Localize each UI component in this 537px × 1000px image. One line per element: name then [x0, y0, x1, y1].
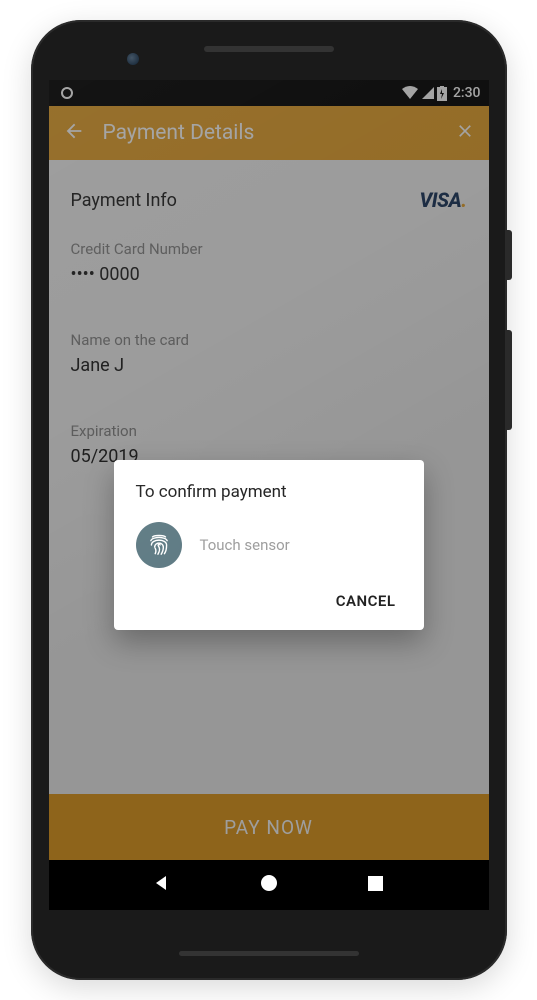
phone-frame: 2:30 Payment Details Payment Info VISA C…	[31, 20, 507, 980]
nav-home-icon[interactable]	[259, 873, 279, 897]
confirm-payment-dialog: To confirm payment Touch sens	[114, 460, 424, 630]
dialog-hint: Touch sensor	[200, 536, 290, 554]
dialog-title: To confirm payment	[136, 482, 402, 502]
volume-button	[507, 330, 512, 430]
nav-back-icon[interactable]	[153, 874, 171, 896]
nav-recents-icon[interactable]	[367, 875, 384, 896]
screen: 2:30 Payment Details Payment Info VISA C…	[49, 80, 489, 910]
cancel-button[interactable]: CANCEL	[330, 582, 402, 620]
android-nav-bar	[49, 860, 489, 910]
fingerprint-icon[interactable]	[136, 522, 182, 568]
power-button	[507, 230, 512, 280]
front-camera	[127, 53, 139, 65]
